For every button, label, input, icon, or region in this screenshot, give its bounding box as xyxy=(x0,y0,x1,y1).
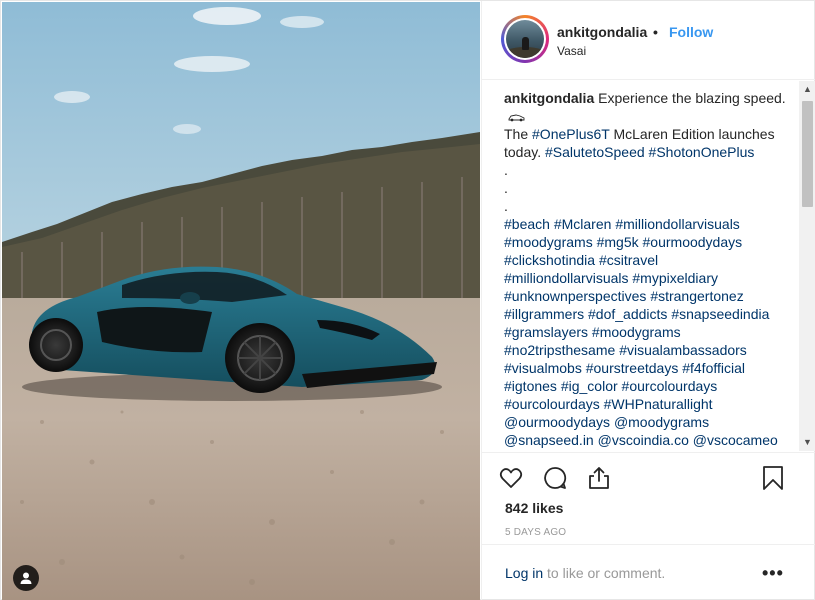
header-username[interactable]: ankitgondalia xyxy=(557,24,647,40)
hashtag-link[interactable]: #milliondollarvisuals xyxy=(504,270,629,286)
caption-username[interactable]: ankitgondalia xyxy=(504,90,594,106)
hashtag-link[interactable]: #no2tripsthesame xyxy=(504,342,615,358)
tagged-user-button[interactable] xyxy=(13,565,39,591)
hashtag-link[interactable]: #ig_color xyxy=(561,378,618,394)
hashtag-link[interactable]: #ShotonOnePlus xyxy=(649,144,755,160)
hashtag-line: #visualmobs #ourstreetdays #f4fofficial xyxy=(504,359,794,377)
separator-dot: • xyxy=(653,24,658,40)
caption-text-line2: The xyxy=(504,126,529,142)
action-bar xyxy=(482,452,815,492)
hashtag-link[interactable]: #f4fofficial xyxy=(682,360,745,376)
hashtag-link[interactable]: #SalutetoSpeed xyxy=(545,144,645,160)
caption-comment: ankitgondalia Experience the blazing spe… xyxy=(504,89,794,451)
login-prompt: Log in to like or comment. xyxy=(505,565,665,581)
save-button[interactable] xyxy=(760,465,786,491)
hashtag-link[interactable]: #beach xyxy=(504,216,550,232)
comments-scrollbar[interactable]: ▲ ▼ xyxy=(799,81,815,451)
hashtag-link[interactable]: #gramslayers xyxy=(504,324,588,340)
hashtag-link[interactable]: #igtones xyxy=(504,378,557,394)
hashtag-link[interactable]: #WHPnaturallight xyxy=(604,396,713,412)
hashtag-link[interactable]: #moodygrams xyxy=(504,234,593,250)
hashtag-line: #gramslayers #moodygrams xyxy=(504,323,794,341)
hashtag-line: #no2tripsthesame #visualambassadors xyxy=(504,341,794,359)
caption-dot: . xyxy=(504,162,508,178)
hashtag-line: #beach #Mclaren #milliondollarvisuals xyxy=(504,215,794,233)
hashtag-link[interactable]: #mg5k xyxy=(597,234,639,250)
post-timestamp[interactable]: 5 DAYS AGO xyxy=(505,527,566,538)
follow-button[interactable]: Follow xyxy=(669,24,713,40)
scroll-down-arrow-icon[interactable]: ▼ xyxy=(803,438,812,447)
racing-car-icon xyxy=(508,114,525,122)
more-options-button[interactable]: ••• xyxy=(762,563,784,584)
hashtag-link[interactable]: #ourstreetdays xyxy=(586,360,679,376)
hashtag-line: #ourcolourdays #WHPnaturallight xyxy=(504,395,794,413)
login-link[interactable]: Log in xyxy=(505,565,543,581)
user-icon xyxy=(20,572,32,584)
hashtag-link[interactable]: #mypixeldiary xyxy=(632,270,718,286)
like-button[interactable] xyxy=(498,465,524,491)
hashtag-line: #unknownperspectives #strangertonez xyxy=(504,287,794,305)
hashtag-link[interactable]: #ourcolourdays xyxy=(622,378,718,394)
hashtag-link[interactable]: #csitravel xyxy=(599,252,658,268)
caption-dot: . xyxy=(504,198,508,214)
comment-button[interactable] xyxy=(542,465,568,491)
hashtag-line: #illgrammers #dof_addicts #snapseedindia xyxy=(504,305,794,323)
hashtag-line: #igtones #ig_color #ourcolourdays xyxy=(504,377,794,395)
hashtag-link[interactable]: #visualmobs xyxy=(504,360,582,376)
post-header: ankitgondalia • Follow Vasai xyxy=(482,1,815,80)
hashtag-link[interactable]: @vscocameo xyxy=(693,432,778,448)
hashtag-list: #beach #Mclaren #milliondollarvisuals #mo… xyxy=(504,215,794,449)
hashtag-line: #clickshotindia #csitravel xyxy=(504,251,794,269)
bookmark-icon xyxy=(763,466,783,490)
hashtag-link[interactable]: #strangertonez xyxy=(650,288,743,304)
hashtag-link[interactable]: @ourmoodydays xyxy=(504,414,610,430)
share-button[interactable] xyxy=(586,465,612,491)
hashtag-link[interactable]: #ourmoodydays xyxy=(643,234,743,250)
hashtag-line: #milliondollarvisuals #mypixeldiary xyxy=(504,269,794,287)
hashtag-link[interactable]: #illgrammers xyxy=(504,306,584,322)
hashtag-link[interactable]: #unknownperspectives xyxy=(504,288,646,304)
caption-text-line1: Experience the blazing speed. xyxy=(598,90,786,106)
login-suffix: to like or comment. xyxy=(543,565,666,581)
hashtag-line: #moodygrams #mg5k #ourmoodydays xyxy=(504,233,794,251)
hashtag-link[interactable]: #Mclaren xyxy=(554,216,612,232)
hashtag-link[interactable]: #visualambassadors xyxy=(619,342,747,358)
instagram-post: ankitgondalia • Follow Vasai ankitgondal… xyxy=(0,0,815,600)
hashtag-link[interactable]: @snapseed.in xyxy=(504,432,594,448)
hashtag-link[interactable]: #OnePlus6T xyxy=(532,126,610,142)
hashtag-link[interactable]: @vscoindia.co xyxy=(598,432,689,448)
hashtag-line: @snapseed.in @vscoindia.co @vscocameo xyxy=(504,431,794,449)
hashtag-link[interactable]: #snapseedindia xyxy=(671,306,769,322)
hashtag-link[interactable]: #dof_addicts xyxy=(588,306,667,322)
comment-icon xyxy=(544,467,567,489)
heart-icon xyxy=(499,468,523,488)
share-icon xyxy=(589,467,609,489)
post-side-panel: ankitgondalia • Follow Vasai ankitgondal… xyxy=(481,1,815,600)
hashtag-link[interactable]: #ourcolourdays xyxy=(504,396,600,412)
hashtag-line: @ourmoodydays @moodygrams xyxy=(504,413,794,431)
hashtag-link[interactable]: #milliondollarvisuals xyxy=(615,216,740,232)
comment-footer: Log in to like or comment. ••• xyxy=(482,544,815,600)
caption-dot: . xyxy=(504,180,508,196)
scrollbar-thumb[interactable] xyxy=(802,101,813,207)
post-photo[interactable] xyxy=(2,2,480,600)
scroll-up-arrow-icon[interactable]: ▲ xyxy=(803,85,812,94)
location-link[interactable]: Vasai xyxy=(557,44,586,58)
avatar[interactable] xyxy=(501,15,549,63)
hashtag-link[interactable]: @moodygrams xyxy=(614,414,709,430)
mclaren-car-photo xyxy=(2,2,480,600)
hashtag-link[interactable]: #clickshotindia xyxy=(504,252,595,268)
likes-count[interactable]: 842 likes xyxy=(505,500,563,516)
hashtag-link[interactable]: #moodygrams xyxy=(592,324,681,340)
